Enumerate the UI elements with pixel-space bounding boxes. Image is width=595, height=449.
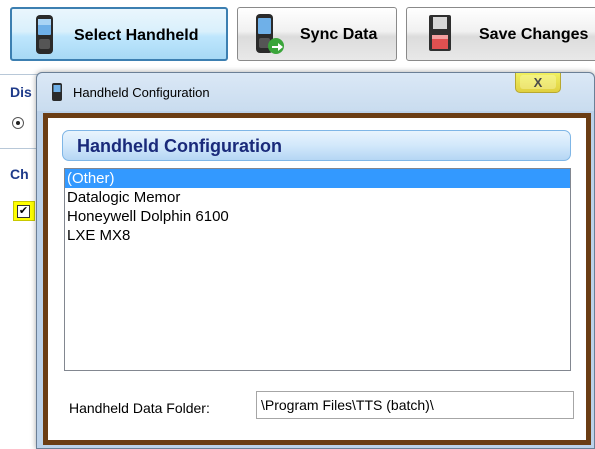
handheld-device-icon [52, 83, 62, 101]
list-item[interactable]: Honeywell Dolphin 6100 [65, 207, 570, 226]
background-column-heading: Ch [10, 166, 29, 182]
handheld-sync-icon [256, 14, 284, 54]
checkmark-icon: ✔ [17, 205, 30, 218]
background-section-heading: Dis [10, 84, 32, 100]
save-changes-button[interactable]: Save Changes [406, 7, 595, 61]
sync-data-label: Sync Data [300, 26, 378, 43]
select-handheld-label: Select Handheld [74, 27, 199, 44]
background-checkbox-cell[interactable]: ✔ [13, 201, 35, 221]
toolbar: Select Handheld Sync Data Save Changes [0, 0, 595, 70]
data-folder-field[interactable]: \Program Files\TTS (batch)\ [256, 391, 574, 419]
dialog-titlebar[interactable]: Handheld Configuration X [37, 73, 594, 111]
section-header: Handheld Configuration [62, 130, 571, 161]
handheld-configuration-dialog: Handheld Configuration X Handheld Config… [36, 72, 595, 449]
section-header-title: Handheld Configuration [77, 136, 282, 156]
select-handheld-button[interactable]: Select Handheld [10, 7, 228, 61]
dialog-content-frame: Handheld Configuration (Other) Datalogic… [43, 113, 591, 445]
sync-data-button[interactable]: Sync Data [237, 7, 397, 61]
background-separator [0, 148, 40, 149]
handheld-device-icon [36, 15, 53, 54]
background-separator [0, 74, 40, 75]
close-button[interactable]: X [515, 73, 561, 93]
handheld-device-list[interactable]: (Other) Datalogic Memor Honeywell Dolphi… [64, 168, 571, 371]
data-folder-label: Handheld Data Folder: [69, 400, 210, 416]
list-item[interactable]: (Other) [65, 169, 570, 188]
list-item[interactable]: LXE MX8 [65, 226, 570, 245]
save-changes-label: Save Changes [479, 26, 589, 43]
floppy-disk-icon [429, 15, 451, 51]
list-item[interactable]: Datalogic Memor [65, 188, 570, 207]
dialog-title: Handheld Configuration [73, 85, 210, 100]
close-icon: X [533, 75, 543, 90]
background-radio-button[interactable] [12, 117, 24, 129]
